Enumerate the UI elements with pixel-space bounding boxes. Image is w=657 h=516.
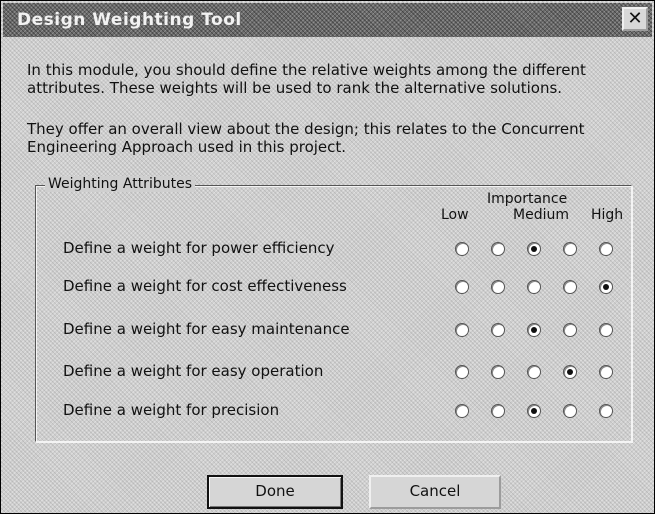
power-efficiency-radio-1[interactable] [455,242,469,256]
row-label-cost-effectiveness: Define a weight for cost effectiveness [63,277,347,295]
easy-operation-radio-2[interactable] [491,365,505,379]
power-efficiency-radio-4[interactable] [563,242,577,256]
row-label-precision: Define a weight for precision [63,401,280,419]
easy-maintenance-radio-4[interactable] [563,323,577,337]
easy-maintenance-radio-1[interactable] [455,323,469,337]
easy-maintenance-radio-3[interactable] [527,323,541,337]
easy-maintenance-radio-2[interactable] [491,323,505,337]
precision-radio-5[interactable] [599,404,613,418]
row-label-power-efficiency: Define a weight for power efficiency [63,239,335,257]
window-title: Design Weighting Tool [17,10,242,30]
weighting-dialog: Design Weighting Tool ✕ In this module, … [0,0,655,514]
done-button[interactable]: Done [207,475,343,509]
power-efficiency-radio-2[interactable] [491,242,505,256]
row-label-easy-maintenance: Define a weight for easy maintenance [63,320,350,338]
cost-effectiveness-radio-4[interactable] [563,280,577,294]
scale-label-high: High [591,207,624,223]
power-efficiency-radio-3[interactable] [527,242,541,256]
close-icon[interactable]: ✕ [622,7,648,31]
easy-maintenance-radio-5[interactable] [599,323,613,337]
importance-scale-title: Importance [487,191,568,207]
row-label-easy-operation: Define a weight for easy operation [63,362,324,380]
cost-effectiveness-radio-3[interactable] [527,280,541,294]
easy-operation-radio-1[interactable] [455,365,469,379]
scale-label-low: Low [441,207,469,223]
precision-radio-4[interactable] [563,404,577,418]
cost-effectiveness-radio-5[interactable] [599,280,613,294]
title-bar[interactable]: Design Weighting Tool ✕ [3,3,652,37]
group-legend: Weighting Attributes [45,176,195,192]
cancel-button[interactable]: Cancel [369,475,501,509]
precision-radio-3[interactable] [527,404,541,418]
easy-operation-radio-4[interactable] [563,365,577,379]
power-efficiency-radio-5[interactable] [599,242,613,256]
precision-radio-1[interactable] [455,404,469,418]
intro-paragraph-2: They offer an overall view about the des… [27,120,585,156]
intro-paragraph-1: In this module, you should define the re… [27,61,586,97]
easy-operation-radio-5[interactable] [599,365,613,379]
cost-effectiveness-radio-2[interactable] [491,280,505,294]
precision-radio-2[interactable] [491,404,505,418]
easy-operation-radio-3[interactable] [527,365,541,379]
scale-label-medium: Medium [513,207,569,223]
cost-effectiveness-radio-1[interactable] [455,280,469,294]
